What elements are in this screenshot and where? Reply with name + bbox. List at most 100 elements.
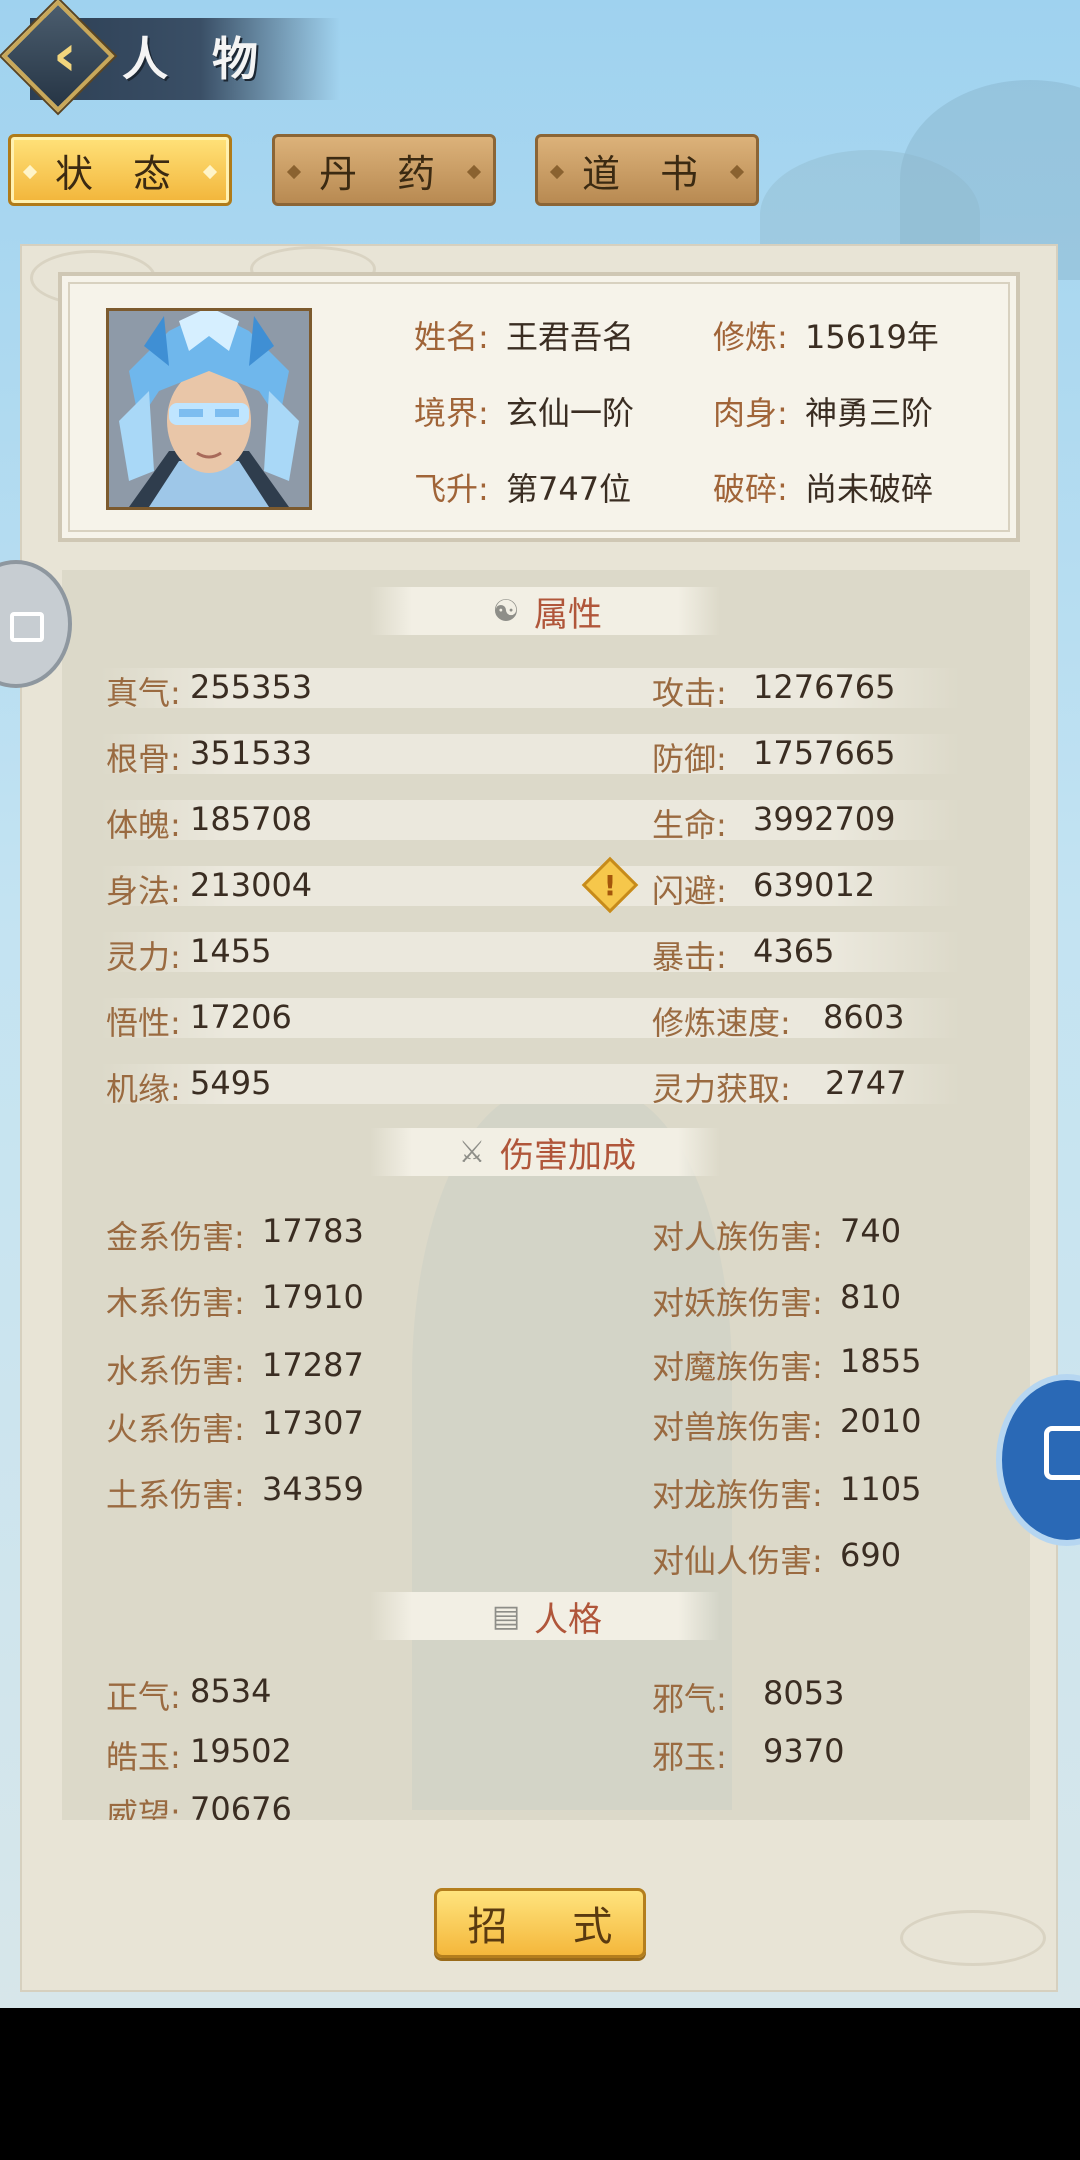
pers-value-prestige: 70676 [190,1790,292,1820]
stat-label-spirit: 灵力: [106,938,181,976]
pers-label-prestige: 威望: [106,1796,181,1820]
tab-status[interactable]: 状 态 [8,134,232,206]
name-value: 王君吾名 [506,318,635,356]
ascension-label: 飞升: [414,470,489,508]
dmg-value-demon: 810 [840,1278,902,1316]
shatter-value: 尚未破碎 [805,470,934,508]
dmg-label-demon: 对妖族伤害: [652,1284,823,1322]
exclamation-icon[interactable]: ! [590,862,630,908]
dmg-label-metal: 金系伤害: [106,1218,245,1256]
tab-label: 状 态 [54,151,186,196]
stat-label-cultivation-speed: 修炼速度: [652,1004,791,1042]
clipped-row: 威望: 70676 [0,1760,1080,1820]
shatter-label: 破碎: [713,470,788,508]
character-avatar [106,308,312,510]
pers-value-evil: 8053 [763,1674,845,1712]
section-title: 伤害加成 [500,1135,636,1176]
diamond-ornament-icon [22,164,38,180]
assistant-icon [1044,1426,1080,1480]
dmg-label-water: 水系伤害: [106,1352,245,1390]
dmg-label-devil: 对魔族伤害: [652,1348,823,1386]
stat-label-defense: 防御: [652,740,727,778]
dmg-label-wood: 木系伤害: [106,1284,245,1322]
stat-value-agility: 213004 [190,866,313,904]
crossed-swords-icon: ⚔ [458,1134,486,1170]
stat-label-comprehension: 悟性: [106,1004,181,1042]
pers-value-righteous: 8534 [190,1672,272,1710]
realm-label: 境界: [414,394,489,432]
pers-value-evil-jade: 9370 [763,1732,845,1770]
stat-label-agility: 身法: [106,872,181,910]
skills-button[interactable]: 招 式 [434,1888,646,1958]
pers-label-evil-jade: 邪玉: [652,1738,727,1776]
chevron-left-icon[interactable]: ‹ [30,20,100,90]
tab-label: 道 书 [581,151,713,196]
stat-value-physique: 185708 [190,800,313,838]
stat-value-cultivation-speed: 8603 [823,998,905,1036]
stat-label-crit: 暴击: [652,938,727,976]
stat-label-bone: 根骨: [106,740,181,778]
pers-label-evil: 邪气: [652,1680,727,1718]
dmg-value-immortal: 690 [840,1536,902,1574]
body-label: 肉身: [713,394,788,432]
dmg-value-human: 740 [840,1212,902,1250]
cultivation-value: 15619年 [805,318,939,356]
yin-yang-icon: ☯ [492,593,520,629]
dmg-value-beast: 2010 [840,1402,922,1440]
diamond-ornament-icon [466,164,482,180]
stat-label-spirit-gain: 灵力获取: [652,1070,791,1108]
stat-value-defense: 1757665 [753,734,896,772]
section-title: 属性 [534,594,602,635]
dmg-value-wood: 17910 [262,1278,364,1316]
dmg-label-immortal: 对仙人伤害: [652,1542,823,1580]
dmg-value-water: 17287 [262,1346,364,1384]
stat-label-physique: 体魄: [106,806,181,844]
diamond-ornament-icon [286,164,302,180]
stat-value-bone: 351533 [190,734,313,772]
dmg-label-human: 对人族伤害: [652,1218,823,1256]
name-label: 姓名: [414,318,489,356]
diamond-ornament-icon [729,164,745,180]
realm-value: 玄仙一阶 [506,394,635,432]
dmg-value-metal: 17783 [262,1212,364,1250]
stat-value-fortune: 5495 [190,1064,272,1102]
tab-label: 丹 药 [318,151,450,196]
character-screen: ‹ 人 物 状 态 丹 药 道 书 姓名: 王君吾名 修炼: 15619年 境界… [0,0,1080,2008]
body-value: 神勇三阶 [805,394,934,432]
dmg-label-fire: 火系伤害: [106,1410,245,1448]
section-header-damage: ⚔ 伤害加成 [370,1128,720,1176]
diamond-ornament-icon [549,164,565,180]
dmg-label-beast: 对兽族伤害: [652,1408,823,1446]
stat-label-dodge: 闪避: [652,872,727,910]
stat-value-dodge: 639012 [753,866,876,904]
cultivation-label: 修炼: [713,318,788,356]
stat-label-attack: 攻击: [652,674,727,712]
stat-value-attack: 1276765 [753,668,896,706]
stat-label-fortune: 机缘: [106,1070,181,1108]
tab-pills[interactable]: 丹 药 [272,134,496,206]
stat-label-qi: 真气: [106,674,181,712]
stat-value-spirit-gain: 2747 [825,1064,907,1102]
section-title: 人格 [534,1599,602,1640]
pers-label-righteous: 正气: [106,1678,181,1716]
page-title: 人 物 [122,32,273,86]
stat-value-spirit: 1455 [190,932,272,970]
stat-value-health: 3992709 [753,800,896,838]
document-icon: ▤ [491,1598,521,1634]
dmg-label-dragon: 对龙族伤害: [652,1476,823,1514]
tab-scriptures[interactable]: 道 书 [535,134,759,206]
stat-label-health: 生命: [652,806,727,844]
diamond-ornament-icon [202,164,218,180]
dmg-label-earth: 土系伤害: [106,1476,245,1514]
ascension-value: 第747位 [506,470,632,508]
stat-value-crit: 4365 [753,932,835,970]
dmg-value-devil: 1855 [840,1342,922,1380]
lock-icon [10,612,44,642]
stat-value-comprehension: 17206 [190,998,292,1036]
section-header-attributes: ☯ 属性 [370,587,720,635]
dmg-value-dragon: 1105 [840,1470,922,1508]
dmg-value-earth: 34359 [262,1470,364,1508]
cloud-ornament [900,1910,1046,1966]
avatar-portrait [109,311,309,507]
section-header-personality: ▤ 人格 [370,1592,720,1640]
